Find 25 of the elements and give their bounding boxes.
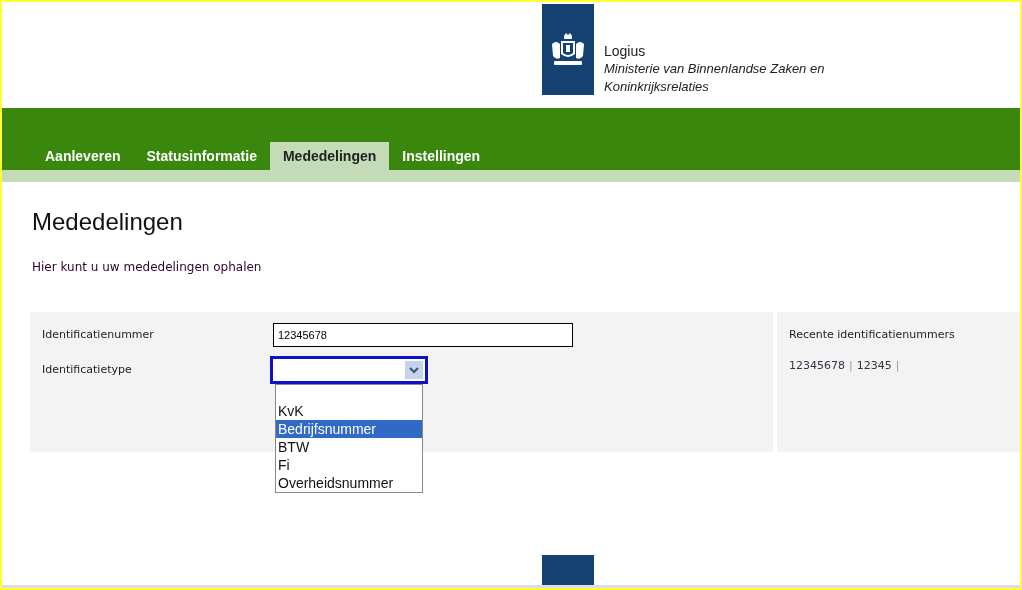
page-title: Mededelingen [32, 207, 184, 237]
dropdown-option[interactable]: Fi [276, 456, 422, 474]
footer-logo-block [542, 555, 594, 585]
intro-text: Hier kunt u uw mededelingen ophalen [32, 259, 263, 276]
nav-tab[interactable]: Mededelingen [269, 142, 390, 170]
dropdown-option[interactable]: KvK [276, 402, 422, 420]
identification-type-select[interactable] [270, 356, 428, 384]
separator: | [849, 357, 853, 374]
nav-tab[interactable]: Instellingen [389, 142, 494, 170]
ministry-name: Koninkrijksrelaties [604, 78, 710, 96]
ministry-name: Ministerie van Binnenlandse Zaken en [604, 60, 825, 78]
chevron-down-icon [405, 361, 423, 379]
nav-tab[interactable]: Aanleveren [32, 142, 134, 170]
field-label: Identificatienummer [42, 326, 155, 343]
dropdown-option[interactable]: BTW [276, 438, 422, 456]
separator: | [895, 357, 900, 374]
identification-number-field[interactable]: 12345678 [273, 323, 573, 347]
dropdown-option[interactable]: Overheidsnummer [276, 474, 422, 492]
logo-name: Logius [604, 42, 647, 60]
dropdown-option[interactable]: Bedrijfsnummer [276, 420, 422, 438]
field-label: Identificatietype [42, 361, 133, 378]
recent-title: Recente identificatienummers [789, 327, 956, 343]
nav-tab[interactable]: Statusinformatie [133, 142, 270, 170]
recent-number-link[interactable]: 12345678 [789, 357, 845, 374]
recent-number-link[interactable]: 12345 [856, 357, 892, 374]
